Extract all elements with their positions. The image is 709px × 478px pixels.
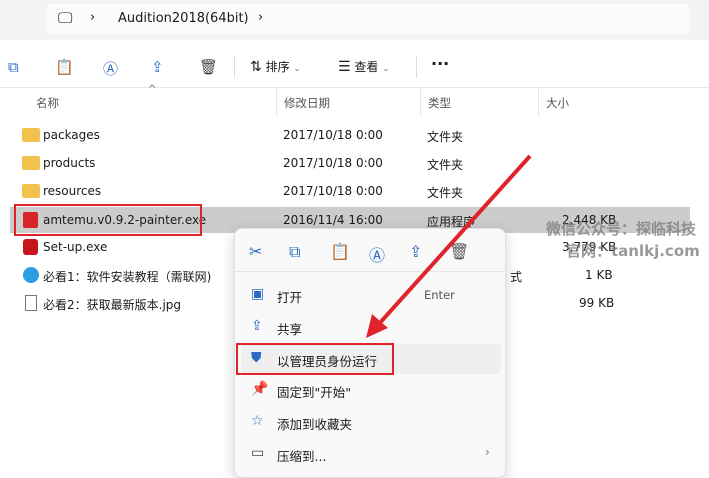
annotation-arrow	[366, 154, 532, 338]
